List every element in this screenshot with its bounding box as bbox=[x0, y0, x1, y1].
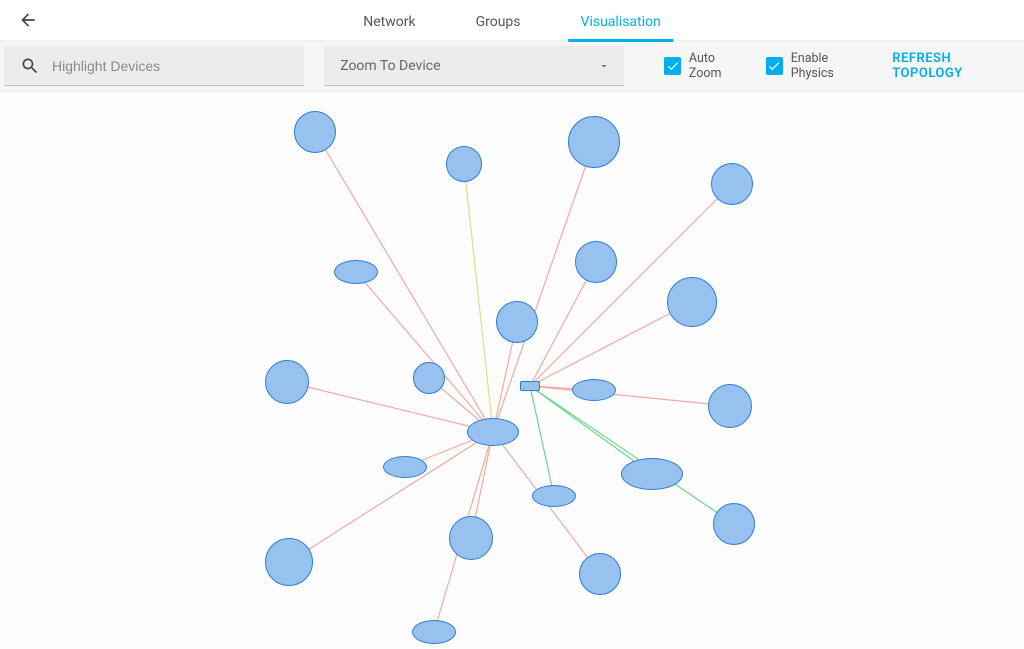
graph-node-n4[interactable] bbox=[711, 163, 753, 205]
auto-zoom-checkbox[interactable] bbox=[664, 57, 681, 75]
graph-node-n1[interactable] bbox=[294, 111, 336, 153]
tab-network[interactable]: Network bbox=[357, 4, 421, 40]
refresh-topology-button[interactable]: REFRESH TOPOLOGY bbox=[892, 51, 1016, 81]
auto-zoom-group: Auto Zoom bbox=[664, 51, 746, 81]
graph-node-n14[interactable] bbox=[621, 458, 683, 490]
graph-node-n2[interactable] bbox=[446, 146, 482, 182]
enable-physics-checkbox[interactable] bbox=[766, 57, 783, 75]
header-bar: Network Groups Visualisation bbox=[0, 0, 1024, 40]
graph-node-n5[interactable] bbox=[575, 241, 617, 283]
tab-visualisation[interactable]: Visualisation bbox=[575, 4, 667, 40]
graph-node-n11[interactable] bbox=[572, 379, 616, 401]
graph-node-n16[interactable] bbox=[713, 503, 755, 545]
graph-node-n18[interactable] bbox=[265, 538, 313, 586]
auto-zoom-label: Auto Zoom bbox=[689, 51, 746, 81]
graph-node-n3[interactable] bbox=[568, 116, 620, 168]
checkmark-icon bbox=[666, 59, 680, 73]
graph-node-n8[interactable] bbox=[496, 301, 538, 343]
dropdown-icon bbox=[598, 60, 610, 72]
search-icon bbox=[20, 56, 40, 76]
enable-physics-label: Enable Physics bbox=[791, 51, 869, 81]
graph-node-n13[interactable] bbox=[383, 456, 427, 478]
graph-node-n20[interactable] bbox=[412, 620, 456, 644]
enable-physics-group: Enable Physics bbox=[766, 51, 868, 81]
zoom-to-device-select[interactable]: Zoom To Device bbox=[324, 46, 624, 86]
graph-node-n19[interactable] bbox=[579, 553, 621, 595]
edge-layer bbox=[0, 92, 1024, 649]
tab-groups[interactable]: Groups bbox=[470, 4, 527, 40]
checkmark-icon bbox=[767, 59, 781, 73]
highlight-input[interactable] bbox=[52, 58, 288, 74]
graph-node-n12[interactable] bbox=[708, 384, 752, 428]
graph-hub-node[interactable] bbox=[467, 418, 519, 446]
graph-node-n6[interactable] bbox=[334, 260, 378, 284]
zoom-to-device-label: Zoom To Device bbox=[340, 58, 440, 74]
graph-node-n7[interactable] bbox=[667, 277, 717, 327]
toolbar: Zoom To Device Auto Zoom Enable Physics … bbox=[0, 40, 1024, 92]
graph-node-n15[interactable] bbox=[532, 485, 576, 507]
arrow-left-icon bbox=[18, 10, 38, 30]
graph-center-rect[interactable] bbox=[520, 381, 540, 391]
highlight-search bbox=[4, 46, 304, 86]
topology-canvas[interactable] bbox=[0, 92, 1024, 649]
graph-node-n9[interactable] bbox=[413, 362, 445, 394]
graph-node-n10[interactable] bbox=[265, 360, 309, 404]
back-button[interactable] bbox=[8, 0, 48, 40]
graph-node-n17[interactable] bbox=[449, 516, 493, 560]
tab-bar: Network Groups Visualisation bbox=[357, 2, 667, 38]
